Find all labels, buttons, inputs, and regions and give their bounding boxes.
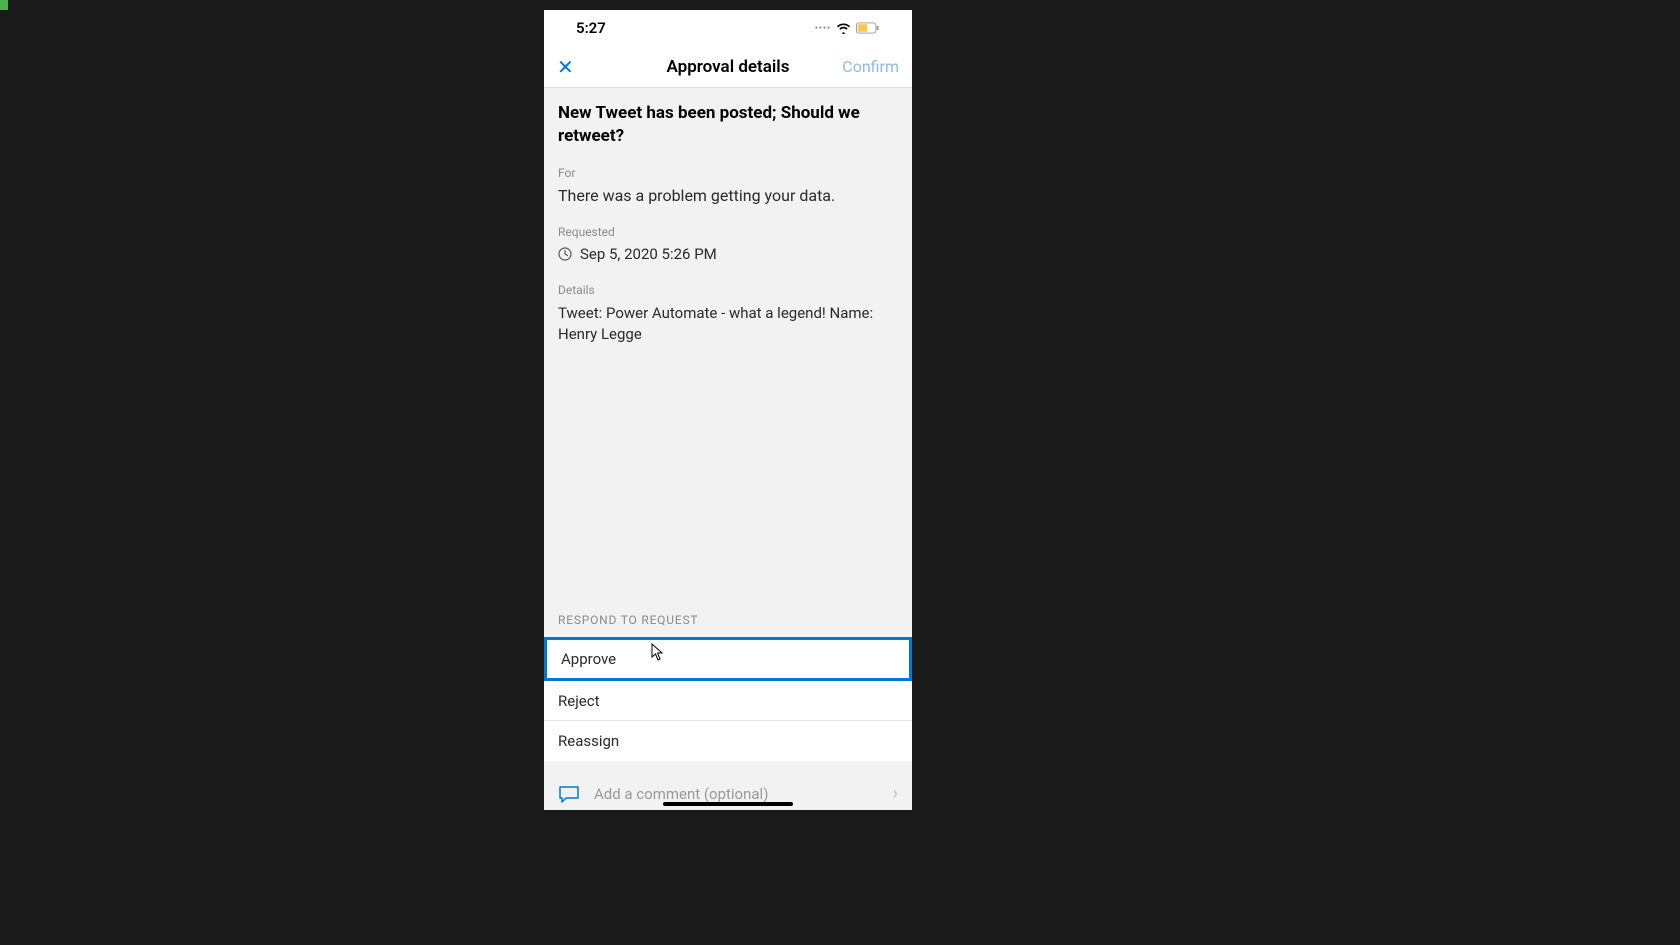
- phone-frame: 5:27 ●●●● ✕ Approval details Confirm New…: [544, 10, 912, 810]
- main-section: New Tweet has been posted; Should we ret…: [544, 88, 912, 345]
- page-title: Approval details: [667, 57, 790, 77]
- status-bar: 5:27 ●●●●: [544, 10, 912, 46]
- requested-value: Sep 5, 2020 5:26 PM: [580, 245, 717, 263]
- clock-icon: [558, 247, 572, 261]
- comment-icon: [558, 785, 580, 803]
- nav-bar: ✕ Approval details Confirm: [544, 46, 912, 88]
- for-value: There was a problem getting your data.: [558, 186, 898, 205]
- green-marker: [0, 0, 8, 10]
- battery-icon: [856, 22, 880, 34]
- requested-label: Requested: [558, 225, 898, 239]
- close-icon[interactable]: ✕: [557, 57, 574, 77]
- details-value: Tweet: Power Automate - what a legend! N…: [558, 303, 898, 345]
- requested-row: Sep 5, 2020 5:26 PM: [558, 245, 898, 263]
- details-label: Details: [558, 283, 898, 297]
- content-area: New Tweet has been posted; Should we ret…: [544, 88, 912, 810]
- respond-label: RESPOND TO REQUEST: [544, 613, 912, 637]
- wifi-icon: [836, 22, 851, 34]
- reject-option[interactable]: Reject: [544, 681, 912, 721]
- comment-input[interactable]: Add a comment (optional): [594, 785, 879, 803]
- status-time: 5:27: [576, 19, 606, 37]
- home-indicator[interactable]: [663, 802, 793, 806]
- reassign-option[interactable]: Reassign: [544, 721, 912, 761]
- chevron-right-icon: ›: [893, 783, 898, 804]
- status-right: ●●●●: [815, 22, 880, 34]
- approval-title: New Tweet has been posted; Should we ret…: [558, 102, 898, 148]
- bottom-section: RESPOND TO REQUEST Approve Reject Reassi…: [544, 613, 912, 810]
- cellular-dots-icon: ●●●●: [815, 25, 831, 31]
- approve-option[interactable]: Approve: [544, 637, 912, 681]
- option-list: Approve Reject Reassign: [544, 637, 912, 761]
- for-label: For: [558, 166, 898, 180]
- confirm-button[interactable]: Confirm: [842, 57, 899, 76]
